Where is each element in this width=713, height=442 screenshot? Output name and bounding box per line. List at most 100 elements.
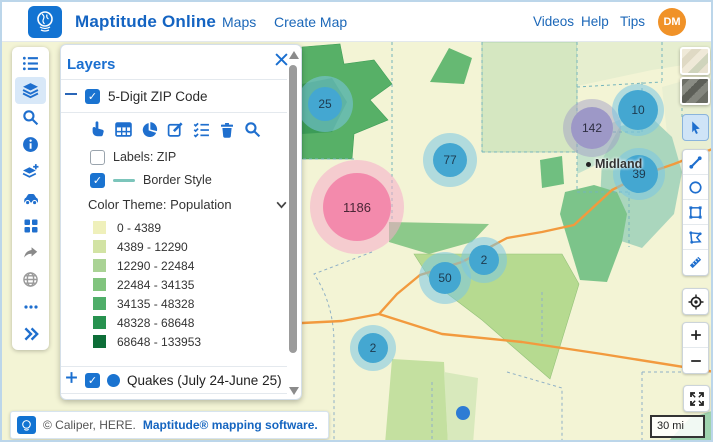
maptitude-window: 25 142 10 77 39 1186 2 50 2 Midland 30 m…	[0, 0, 713, 442]
color-theme-dropdown[interactable]: Color Theme: Population	[88, 194, 288, 214]
draw-circle-tool[interactable]	[683, 175, 708, 200]
quakes-symbol	[107, 373, 120, 387]
legend-row: 4389 - 12290	[93, 239, 188, 254]
draw-tools-group	[682, 149, 709, 276]
map-attribution: © Caliper, HERE. Maptitude® mapping soft…	[10, 411, 329, 439]
quake-cluster[interactable]: 1186	[310, 160, 404, 254]
delete-icon[interactable]	[219, 122, 235, 143]
plus-icon	[690, 330, 701, 340]
search-icon[interactable]	[15, 104, 46, 131]
left-toolbar	[12, 47, 49, 350]
quake-point[interactable]	[456, 406, 470, 420]
collapse-sidebar-icon[interactable]	[15, 320, 46, 347]
pointer-icon	[692, 121, 700, 134]
quake-cluster[interactable]: 50	[419, 252, 471, 304]
cluster-count: 10	[631, 103, 645, 117]
caliper-logo-icon	[17, 416, 36, 434]
draw-rectangle-tool[interactable]	[683, 200, 708, 225]
scroll-up-icon[interactable]	[289, 51, 299, 59]
copyright-text: © Caliper, HERE.	[43, 418, 136, 432]
zoom-in-button[interactable]	[683, 323, 708, 348]
cluster-count: 25	[318, 97, 332, 111]
basemap-street-thumbnail[interactable]	[680, 47, 710, 75]
zoom-out-button[interactable]	[683, 348, 708, 373]
expand-layer-icon[interactable]	[65, 371, 78, 389]
table-icon[interactable]	[115, 121, 132, 143]
pie-chart-icon[interactable]	[141, 121, 158, 143]
border-style-swatch	[113, 178, 135, 182]
cluster-count: 1186	[343, 199, 371, 215]
quake-cluster[interactable]: 77	[423, 133, 477, 187]
legend-swatch	[93, 335, 106, 348]
cluster-count: 50	[438, 271, 452, 285]
city-dot	[586, 161, 591, 167]
panel-title: Layers	[67, 55, 116, 73]
draw-polygon-tool[interactable]	[683, 225, 708, 250]
legend-list-icon[interactable]	[15, 50, 46, 77]
apps-grid-icon[interactable]	[15, 212, 46, 239]
info-icon[interactable]	[15, 131, 46, 158]
legend-row: 0 - 4389	[93, 220, 161, 235]
pointer-tool-button[interactable]	[682, 114, 709, 141]
zip-layer-toolbar	[89, 119, 261, 145]
share-icon[interactable]	[15, 239, 46, 266]
labels-checkbox[interactable]	[90, 149, 105, 165]
quakes-layer-checkbox[interactable]	[85, 372, 100, 388]
legend-swatch	[93, 278, 106, 291]
draw-line-tool[interactable]	[683, 150, 708, 175]
locate-button[interactable]	[682, 288, 709, 315]
nav-help[interactable]: Help	[581, 14, 609, 29]
fullscreen-button[interactable]	[683, 385, 710, 412]
legend-row: 34135 - 48328	[93, 296, 194, 311]
legend-swatch	[93, 259, 106, 272]
fullscreen-icon	[689, 391, 704, 406]
nav-create-map[interactable]: Create Map	[274, 14, 347, 30]
panel-scrollbar[interactable]	[287, 49, 299, 397]
zip-layer-checkbox[interactable]	[85, 88, 100, 104]
vehicle-routing-icon[interactable]	[15, 185, 46, 212]
edit-icon[interactable]	[167, 121, 184, 143]
zip-layer-name: 5-Digit ZIP Code	[108, 88, 208, 104]
basemap-satellite-thumbnail[interactable]	[680, 77, 710, 105]
app-title: Maptitude Online	[75, 11, 217, 31]
legend-swatch	[93, 297, 106, 310]
top-navbar: Maptitude Online Maps Create Map Videos …	[2, 2, 711, 42]
legend-row: 22484 - 34135	[93, 277, 194, 292]
quake-cluster[interactable]: 39	[613, 148, 665, 200]
quake-cluster[interactable]: 25	[297, 76, 353, 132]
user-avatar[interactable]: DM	[658, 8, 686, 36]
city-label-midland: Midland	[586, 157, 642, 171]
nav-tips[interactable]: Tips	[620, 14, 645, 29]
legend-row: 48328 - 68648	[93, 315, 194, 330]
scrollbar-thumb[interactable]	[289, 65, 297, 353]
search-layer-icon[interactable]	[244, 121, 261, 143]
border-style-checkbox[interactable]	[90, 172, 105, 188]
legend-swatch	[93, 221, 106, 234]
layers-icon[interactable]	[15, 77, 46, 104]
web-globe-icon[interactable]	[15, 266, 46, 293]
collapse-layer-icon[interactable]	[65, 87, 77, 105]
scroll-down-icon[interactable]	[289, 387, 299, 395]
cluster-count: 77	[443, 153, 457, 167]
cluster-count: 2	[369, 341, 377, 355]
cluster-count: 142	[581, 121, 603, 135]
nav-videos[interactable]: Videos	[533, 14, 574, 29]
legend-row: 12290 - 22484	[93, 258, 194, 273]
border-style-row: Border Style	[90, 171, 212, 189]
measure-ruler-tool[interactable]	[683, 250, 708, 275]
quake-cluster[interactable]: 10	[612, 84, 664, 136]
zoom-controls	[682, 322, 709, 374]
list-check-icon[interactable]	[193, 121, 210, 143]
add-layer-icon[interactable]	[15, 158, 46, 185]
maptitude-logo-icon[interactable]	[28, 6, 62, 38]
zip-layer-row: 5-Digit ZIP Code	[65, 83, 208, 109]
nav-maps[interactable]: Maps	[222, 14, 256, 30]
select-hand-icon[interactable]	[89, 121, 106, 143]
minus-icon	[690, 359, 701, 362]
maptitude-link[interactable]: Maptitude® mapping software.	[143, 418, 318, 432]
more-options-icon[interactable]	[15, 293, 46, 320]
quakes-layer-name: Quakes (July 24-June 25)	[127, 372, 282, 388]
labels-row: Labels: ZIP	[90, 148, 176, 166]
quake-cluster[interactable]: 2	[350, 325, 396, 371]
layers-panel: Layers 5-Digit ZIP Code Labels: ZIP Bord…	[60, 44, 302, 400]
